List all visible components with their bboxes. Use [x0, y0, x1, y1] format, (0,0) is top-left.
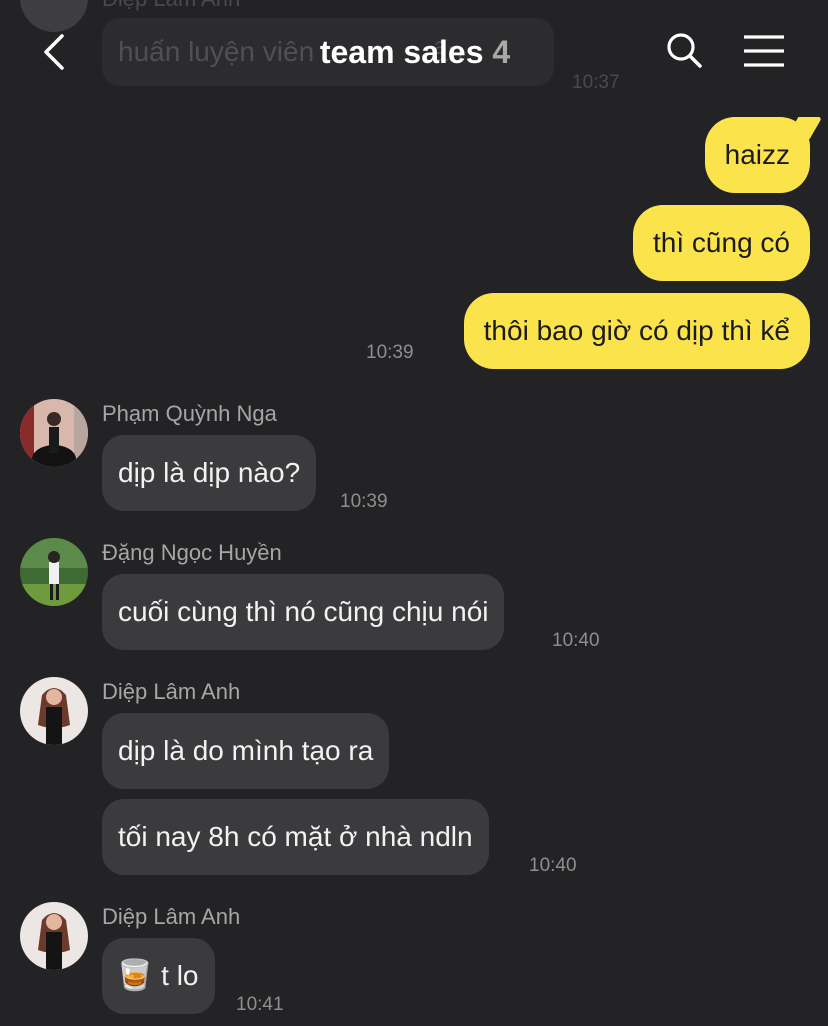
sender-name: Đặng Ngọc Huyền: [102, 540, 282, 565]
avatar-image: [20, 902, 88, 970]
message-text: thôi bao giờ có dịp thì kể: [483, 315, 790, 346]
sender-name: Diệp Lâm Anh: [102, 679, 241, 704]
message-text: dịp là do mình tạo ra: [118, 735, 374, 766]
whiskey-glass-icon: 🥃: [116, 958, 154, 993]
timestamp: 10:39: [340, 491, 388, 512]
received-message-bubble[interactable]: dịp là do mình tạo ra: [102, 713, 390, 789]
avatar[interactable]: [20, 399, 88, 467]
sender-name: Diệp Lâm Anh: [102, 0, 240, 12]
message-text: thì cũng có: [653, 227, 790, 258]
message-text: tối nay 8h có mặt ở nhà ndln: [118, 821, 473, 852]
chat-name: team sales: [319, 34, 484, 70]
message-text: dịp là dịp nào?: [118, 457, 301, 488]
avatar[interactable]: [20, 902, 88, 970]
avatar[interactable]: [20, 677, 88, 745]
member-count: 4: [492, 34, 511, 70]
received-message-bubble[interactable]: 🥃 t lo: [102, 938, 215, 1014]
timestamp: 10:37: [572, 72, 620, 93]
avatar: [20, 0, 88, 32]
timestamp: 10:41: [236, 994, 284, 1015]
menu-button[interactable]: [742, 34, 786, 68]
sent-message-bubble[interactable]: haizz: [704, 117, 810, 193]
received-message-bubble[interactable]: tối nay 8h có mặt ở nhà ndln: [102, 799, 489, 875]
chat-title: team sales 4: [250, 30, 580, 74]
received-message-bubble[interactable]: cuối cùng thì nó cũng chịu nói: [102, 574, 505, 650]
back-button[interactable]: [38, 30, 74, 74]
sent-message-bubble[interactable]: thôi bao giờ có dịp thì kể: [463, 293, 810, 369]
timestamp: 10:39: [366, 342, 414, 363]
avatar[interactable]: [20, 538, 88, 606]
timestamp: 10:40: [552, 630, 600, 651]
received-message-bubble[interactable]: dịp là dịp nào?: [102, 435, 317, 511]
search-button[interactable]: [664, 30, 704, 70]
sender-name: Diệp Lâm Anh: [102, 904, 241, 929]
avatar-image: [20, 399, 88, 467]
search-icon: [667, 33, 702, 68]
hamburger-menu-icon: [744, 35, 784, 67]
sent-message-bubble[interactable]: thì cũng có: [633, 205, 810, 281]
avatar-image: [20, 538, 88, 606]
message-text: t lo: [161, 960, 199, 991]
message-text: haizz: [724, 139, 790, 170]
timestamp: 10:40: [529, 855, 577, 876]
avatar-image: [20, 677, 88, 745]
message-text: cuối cùng thì nó cũng chịu nói: [118, 596, 489, 627]
sender-name: Phạm Quỳnh Nga: [102, 401, 277, 426]
chevron-left-icon: [44, 34, 64, 70]
